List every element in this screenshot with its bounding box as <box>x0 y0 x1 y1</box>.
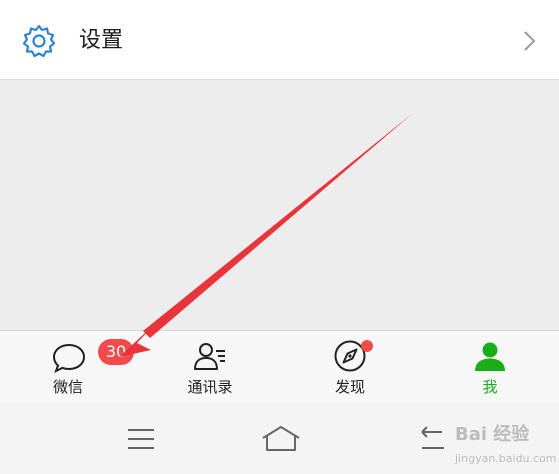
chevron-right-icon <box>524 31 536 51</box>
chat-bubble-icon <box>52 343 86 373</box>
baidu-watermark: Bai 经验 jingyan.baidu.com <box>455 420 557 467</box>
person-icon <box>475 342 505 371</box>
settings-row[interactable]: 设置 <box>0 0 559 80</box>
tab-bar: 30 微信 通讯录 发现 我 <box>0 330 559 402</box>
tab-discover[interactable]: 发现 <box>300 331 400 403</box>
tab-contacts-label: 通讯录 <box>187 378 233 396</box>
settings-label: 设置 <box>79 28 124 53</box>
tab-me[interactable]: 我 <box>440 331 540 403</box>
menu-icon[interactable] <box>121 424 161 454</box>
content-area <box>0 80 559 330</box>
tab-contacts[interactable]: 通讯录 <box>160 331 260 403</box>
tab-wechat-label: 微信 <box>52 378 83 396</box>
contacts-icon <box>194 343 225 370</box>
tab-me-label: 我 <box>482 378 498 396</box>
home-icon[interactable] <box>258 424 304 454</box>
back-icon[interactable] <box>412 424 452 454</box>
watermark-main: Bai 经验 <box>455 424 530 445</box>
tab-wechat[interactable]: 30 微信 <box>18 331 134 403</box>
unread-badge: 30 <box>98 339 134 365</box>
tab-discover-label: 发现 <box>334 378 365 396</box>
watermark-sub: jingyan.baidu.com <box>455 452 557 465</box>
gear-icon <box>22 24 56 58</box>
discover-new-dot <box>361 340 373 352</box>
